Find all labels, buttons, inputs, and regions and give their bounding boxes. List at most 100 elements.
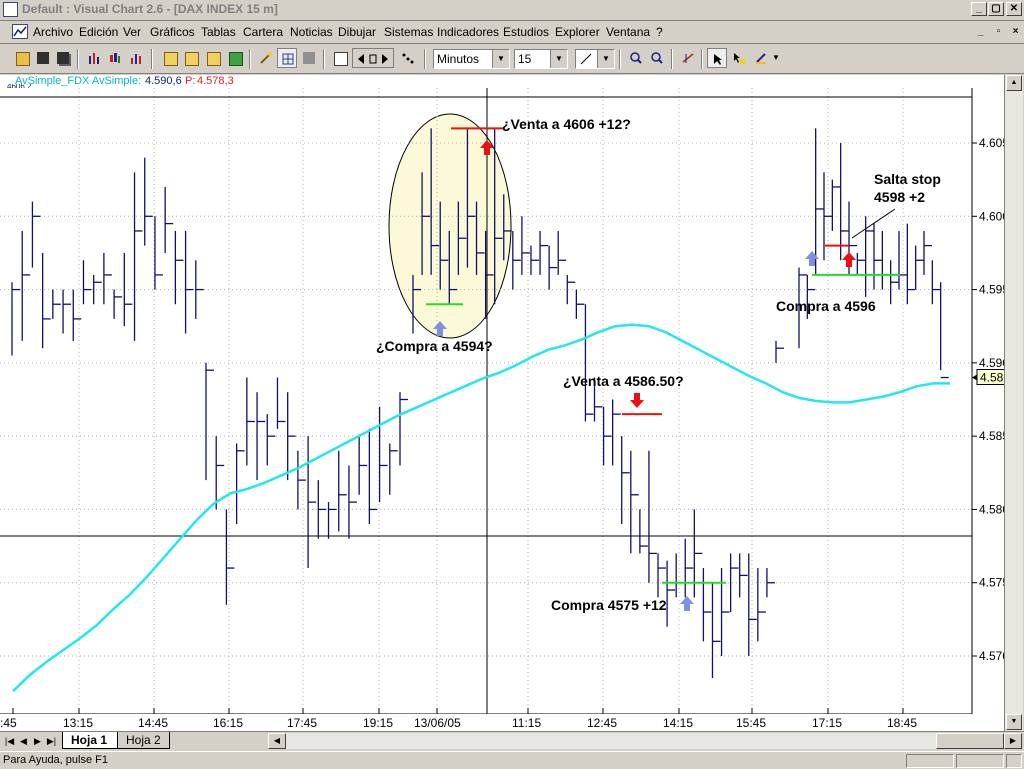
menu-archivo[interactable]: Archivo [33, 25, 73, 39]
menu-sistemas[interactable]: Sistemas [384, 25, 433, 39]
toolbar: Minutos ▼ 15 ▼ ▼ ▼ [0, 45, 1024, 74]
mdi-close-button[interactable]: × [1009, 26, 1022, 37]
status-cell [956, 754, 1004, 768]
scroll-right-icon[interactable]: ▶ [1004, 733, 1022, 749]
price-value: 4.578,3 [197, 75, 234, 87]
x-tick-label: 18:45 [887, 716, 918, 730]
scroll-down-icon[interactable]: ▼ [1006, 714, 1022, 730]
y-tick-label: 4.595,0 [979, 283, 1004, 297]
menu-cartera[interactable]: Cartera [243, 25, 283, 39]
properties-icon[interactable] [330, 48, 350, 68]
open-portfolio-icon[interactable] [203, 48, 223, 68]
toolbar-separator [323, 49, 325, 69]
prev-sheet-icon[interactable]: ◀ [18, 734, 29, 748]
timeframe-select[interactable]: Minutos ▼ [433, 49, 510, 69]
select-tool-icon[interactable] [729, 48, 749, 68]
menu-noticias[interactable]: Noticias [290, 25, 333, 39]
period-value: 15 [518, 52, 532, 66]
status-cell [906, 754, 954, 768]
app-icon[interactable] [3, 2, 18, 17]
menu-dibujar[interactable]: Dibujar [338, 25, 376, 39]
x-tick-label: 17:45 [287, 716, 318, 730]
candle-chart-icon[interactable] [105, 48, 125, 68]
mdi-minimize-button[interactable]: _ [974, 26, 987, 37]
x-tick-label: 11:15 [512, 716, 542, 730]
annotation-buy-4596: Compra a 4596 [776, 298, 876, 314]
save-all-icon[interactable] [53, 48, 73, 68]
line-style-icon [580, 53, 592, 65]
x-tick-label: 14:45 [138, 716, 169, 730]
y-tick-label: 4.605,0 [979, 136, 1004, 150]
period-select[interactable]: 15 ▼ [514, 49, 568, 69]
price-label: P: [185, 75, 196, 87]
chevron-down-icon[interactable]: ▼ [550, 50, 567, 68]
vertical-scrollbar[interactable]: ▲ ▼ [1004, 75, 1023, 731]
price-chart[interactable]: ¿Venta a 4606 +12? ¿Compra a 4594? ¿Venta … [0, 88, 1024, 715]
scatter-icon[interactable] [398, 48, 418, 68]
chevron-down-icon[interactable]: ▼ [492, 50, 509, 68]
wand-icon[interactable] [256, 48, 276, 68]
annotation-stop-2: 4598 +2 [874, 189, 925, 205]
sheet-tab-1[interactable]: Hoja 1 [62, 732, 118, 749]
maximize-button[interactable]: ▢ [988, 2, 1004, 16]
status-bar: Para Ayuda, pulse F1 [0, 751, 1024, 769]
annotation-buy-4575: Compra 4575 +12 [551, 597, 667, 613]
zoom-in-icon[interactable] [626, 48, 646, 68]
line-style-select[interactable]: ▼ [575, 49, 615, 69]
close-button[interactable]: ✕ [1006, 2, 1022, 16]
open-folder-icon[interactable] [12, 48, 32, 68]
toolbar-separator [424, 49, 426, 69]
menu-explorer[interactable]: Explorer [555, 25, 600, 39]
next-sheet-icon[interactable]: ▶ [32, 734, 43, 748]
y-tick-label: 4.575,0 [979, 576, 1004, 590]
scroll-up-icon[interactable]: ▲ [1006, 75, 1022, 91]
menu-help[interactable]: ? [656, 25, 663, 39]
indicator-name: AvSimple_FDX AvSimple: [15, 75, 142, 87]
scroll-arrows-icon[interactable] [352, 48, 394, 68]
chevron-down-icon[interactable]: ▼ [597, 50, 614, 68]
status-help-text: Para Ayuda, pulse F1 [3, 754, 108, 766]
menu-ventana[interactable]: Ventana [606, 25, 650, 39]
first-sheet-icon[interactable]: |◀ [4, 734, 15, 748]
volume-chart-icon[interactable] [126, 48, 146, 68]
last-price-pointer-icon [972, 374, 977, 381]
horizontal-scrollbar[interactable] [286, 733, 936, 749]
new-chart-icon[interactable] [225, 48, 245, 68]
dropdown-arrow-icon[interactable]: ▼ [772, 53, 780, 62]
signal-arrow-icon [680, 596, 694, 611]
chart-svg[interactable]: ¿Venta a 4606 +12? ¿Compra a 4594? ¿Venta … [0, 88, 1024, 715]
document-icon[interactable] [12, 24, 28, 39]
save-icon[interactable] [33, 48, 53, 68]
trend-tool-icon[interactable] [678, 48, 698, 68]
toolbar-separator [701, 49, 703, 69]
timeframe-value: Minutos [437, 52, 480, 66]
x-axis-labels: :45 13:15 14:45 16:15 17:45 19:15 13/06/… [0, 714, 1004, 731]
bar-chart-icon[interactable] [84, 48, 104, 68]
toolbar-separator [619, 49, 621, 69]
y-tick-label: 4.600,0 [979, 209, 1004, 223]
toolbar-separator [77, 49, 79, 69]
menu-indicadores[interactable]: Indicadores [437, 25, 499, 39]
grid-icon[interactable] [277, 48, 297, 68]
menu-ver[interactable]: Ver [123, 25, 141, 39]
print-icon[interactable] [299, 48, 319, 68]
pointer-icon[interactable] [707, 48, 727, 68]
minimize-button[interactable]: _ [971, 2, 987, 16]
open-chart-icon[interactable] [160, 48, 180, 68]
x-tick-label: :45 [0, 716, 17, 730]
last-sheet-icon[interactable]: ▶| [46, 734, 57, 748]
scroll-left-icon[interactable]: ◀ [268, 733, 286, 749]
mdi-restore-button[interactable]: ▫ [992, 26, 1005, 37]
pen-icon[interactable] [751, 48, 771, 68]
title-bar: Default : Visual Chart 2.6 - [DAX INDEX … [0, 0, 1024, 21]
open-table-icon[interactable] [181, 48, 201, 68]
zoom-out-icon[interactable] [647, 48, 667, 68]
menu-estudios[interactable]: Estudios [503, 25, 549, 39]
sheet-tab-2[interactable]: Hoja 2 [118, 732, 170, 749]
x-tick-label: 16:15 [213, 716, 244, 730]
menu-edicion[interactable]: Edición [79, 25, 118, 39]
scroll-thumb[interactable] [936, 733, 1004, 749]
toolbar-separator [151, 49, 153, 69]
menu-graficos[interactable]: Gráficos [150, 25, 195, 39]
menu-tablas[interactable]: Tablas [201, 25, 236, 39]
